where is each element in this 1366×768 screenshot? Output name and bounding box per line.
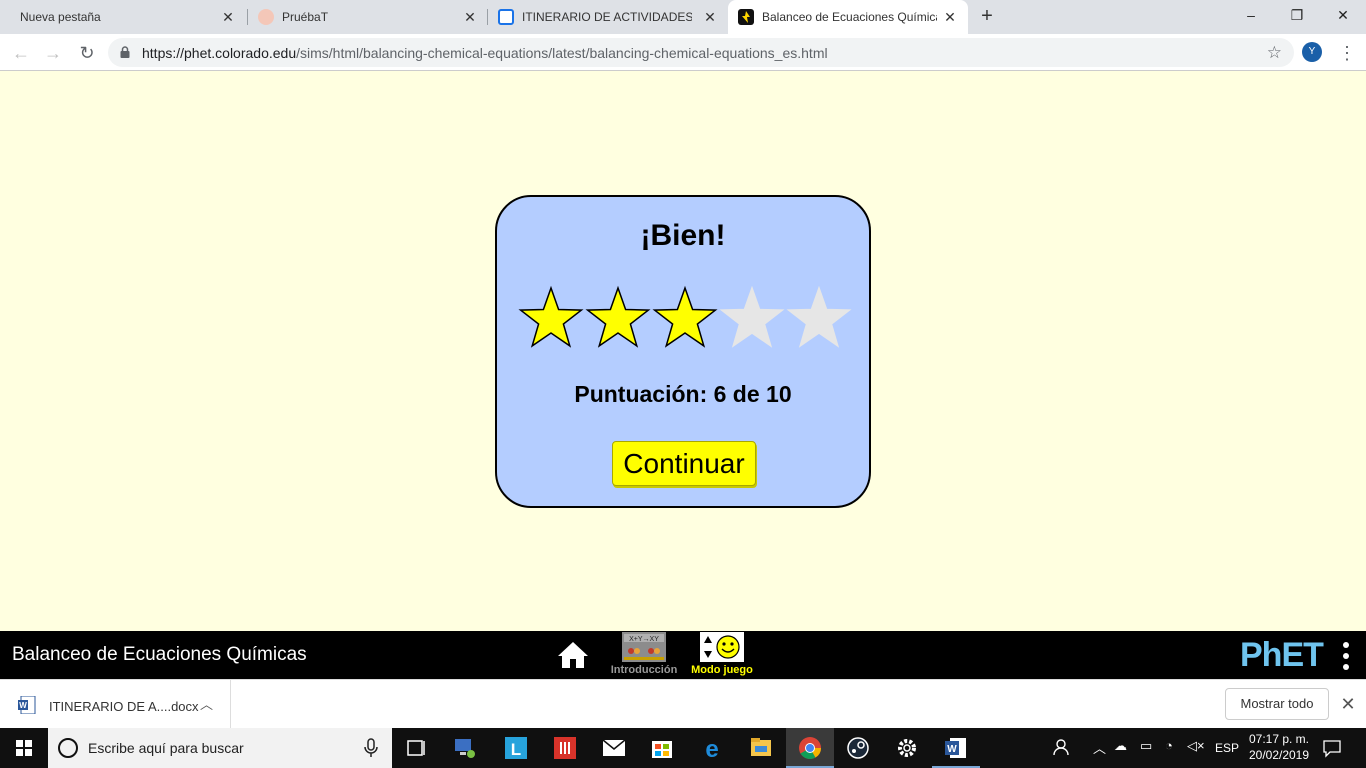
settings-gear-icon[interactable] (883, 728, 931, 768)
network-computer-icon[interactable] (440, 728, 488, 768)
score-text: Puntuación: 6 de 10 (574, 381, 792, 407)
tab-nueva-pestana[interactable]: Nueva pestaña ✕ (0, 0, 246, 34)
reload-button[interactable]: ↻ (75, 41, 99, 65)
browser-tab-strip: Nueva pestaña ✕ PruébaT ✕ ITINERARIO DE … (0, 0, 1366, 34)
tab-label: PruébaT (282, 10, 329, 24)
url-text: https://phet.colorado.edu/sims/html/bala… (142, 45, 828, 61)
svg-text:W: W (19, 701, 27, 710)
star-empty-icon (786, 285, 852, 348)
screen-button-introduccion[interactable]: X+Y→XY Introducción (610, 632, 678, 676)
close-window-button[interactable]: ✕ (1320, 0, 1366, 30)
tab-label: Balanceo de Ecuaciones Químicas (762, 10, 937, 24)
battery-icon[interactable]: ▭ (1140, 738, 1152, 754)
modo-juego-thumbnail-icon (700, 632, 744, 662)
lock-icon (120, 46, 130, 58)
show-hidden-icons-chevron-icon[interactable]: ︿ (1093, 738, 1106, 757)
bookmark-star-icon[interactable]: ☆ (1267, 43, 1282, 63)
star-empty-icon (719, 285, 785, 348)
close-tab-icon[interactable]: ✕ (220, 9, 236, 25)
address-bar[interactable]: https://phet.colorado.edu/sims/html/bala… (108, 38, 1294, 67)
windows-taskbar: Escribe aquí para buscar L e W ︿ ☁ ▭ ◔ ◁… (0, 728, 1366, 768)
back-button[interactable]: ← (9, 41, 33, 65)
show-all-downloads-button[interactable]: Mostrar todo (1225, 688, 1329, 720)
close-tab-icon[interactable]: ✕ (942, 9, 958, 25)
classroom-favicon-icon (498, 9, 514, 25)
cortana-icon (58, 738, 78, 758)
search-placeholder: Escribe aquí para buscar (88, 740, 244, 756)
profile-avatar[interactable]: Y (1302, 42, 1322, 62)
close-download-bar-icon[interactable]: ✕ (1338, 692, 1358, 716)
steam-icon[interactable] (834, 728, 882, 768)
star-rating (518, 285, 852, 348)
close-tab-icon[interactable]: ✕ (462, 9, 478, 25)
url-host: https://phet.colorado.edu (142, 45, 297, 61)
wifi-icon[interactable]: ◔ (1165, 738, 1173, 753)
new-tab-button[interactable]: + (976, 5, 998, 27)
star-filled-icon (652, 285, 718, 348)
phet-favicon-icon (738, 9, 754, 25)
level-completed-dialog: ¡Bien! Puntuación: 6 de 10 Continuar (495, 195, 871, 508)
phet-menu-icon[interactable] (1340, 641, 1352, 671)
phet-navigation-bar: Balanceo de Ecuaciones Químicas X+Y→XY I… (0, 631, 1366, 679)
introduccion-thumbnail-icon: X+Y→XY (622, 632, 666, 662)
taskbar-clock[interactable]: 07:17 p. m. 20/02/2019 (1244, 731, 1314, 763)
svg-text:X+Y→XY: X+Y→XY (629, 636, 659, 643)
sim-title: Balanceo de Ecuaciones Químicas (12, 644, 307, 665)
forward-button[interactable]: → (41, 41, 65, 65)
screen-label: Introducción (610, 664, 678, 676)
minimize-window-button[interactable]: – (1228, 0, 1274, 30)
simulation-area: ¡Bien! Puntuación: 6 de 10 Continuar (0, 71, 1366, 631)
home-icon[interactable] (557, 640, 589, 670)
onedrive-cloud-icon[interactable]: ☁ (1114, 738, 1127, 754)
continue-button[interactable]: Continuar (612, 441, 756, 486)
taskbar-search-box[interactable]: Escribe aquí para buscar (48, 728, 392, 768)
screen-button-modo-juego[interactable]: Modo juego (688, 632, 756, 676)
microphone-icon[interactable] (364, 738, 378, 758)
store-icon[interactable] (638, 728, 686, 768)
screen-label: Modo juego (691, 664, 753, 676)
tab-label: Nueva pestaña (20, 10, 101, 24)
people-icon[interactable] (1045, 728, 1081, 768)
chrome-taskbar-button[interactable] (786, 728, 834, 768)
close-tab-icon[interactable]: ✕ (702, 9, 718, 25)
star-filled-icon (585, 285, 651, 348)
volume-muted-icon[interactable]: ◁× (1187, 738, 1205, 754)
clock-date: 20/02/2019 (1248, 748, 1310, 762)
download-file-name: ITINERARIO DE A....docx (49, 699, 199, 714)
browser-menu-icon[interactable]: ⋮ (1338, 41, 1356, 65)
chrome-icon (799, 737, 821, 759)
tab-pruebat[interactable]: PruébaT ✕ (248, 0, 488, 34)
svg-text:W: W (947, 744, 957, 755)
chevron-up-icon[interactable]: ︿ (200, 694, 213, 713)
download-item[interactable]: W ITINERARIO DE A....docx ︿ (0, 680, 231, 729)
red-app-icon[interactable] (541, 728, 589, 768)
pruebat-favicon-icon (258, 9, 274, 25)
download-bar: W ITINERARIO DE A....docx ︿ Mostrar todo… (0, 679, 1366, 729)
edge-icon[interactable]: e (688, 728, 736, 768)
url-path: /sims/html/balancing-chemical-equations/… (296, 45, 828, 61)
browser-toolbar: ← → ↻ https://phet.colorado.edu/sims/htm… (0, 34, 1366, 71)
tab-label: ITINERARIO DE ACTIVIDADES QU (522, 10, 692, 24)
tab-itinerario[interactable]: ITINERARIO DE ACTIVIDADES QU ✕ (488, 0, 728, 34)
file-explorer-icon[interactable] (737, 728, 785, 768)
restore-window-button[interactable]: ❐ (1274, 0, 1320, 30)
svg-text:e: e (705, 736, 718, 763)
word-document-icon: W (18, 696, 36, 714)
dialog-title: ¡Bien! (640, 219, 726, 252)
phet-logo[interactable]: PhET (1240, 636, 1324, 674)
l-app-icon[interactable]: L (492, 728, 540, 768)
word-icon: W (945, 738, 966, 758)
task-view-icon[interactable] (392, 728, 440, 768)
word-taskbar-button[interactable]: W (932, 728, 980, 768)
svg-text:L: L (511, 740, 521, 759)
star-filled-icon (518, 285, 584, 348)
notification-center-icon[interactable] (1322, 738, 1342, 758)
clock-time: 07:17 p. m. (1248, 732, 1310, 746)
language-indicator[interactable]: ESP (1215, 741, 1239, 755)
tab-balanceo[interactable]: Balanceo de Ecuaciones Químicas ✕ (728, 0, 968, 34)
windows-start-icon[interactable] (0, 728, 48, 768)
mail-icon[interactable] (590, 728, 638, 768)
